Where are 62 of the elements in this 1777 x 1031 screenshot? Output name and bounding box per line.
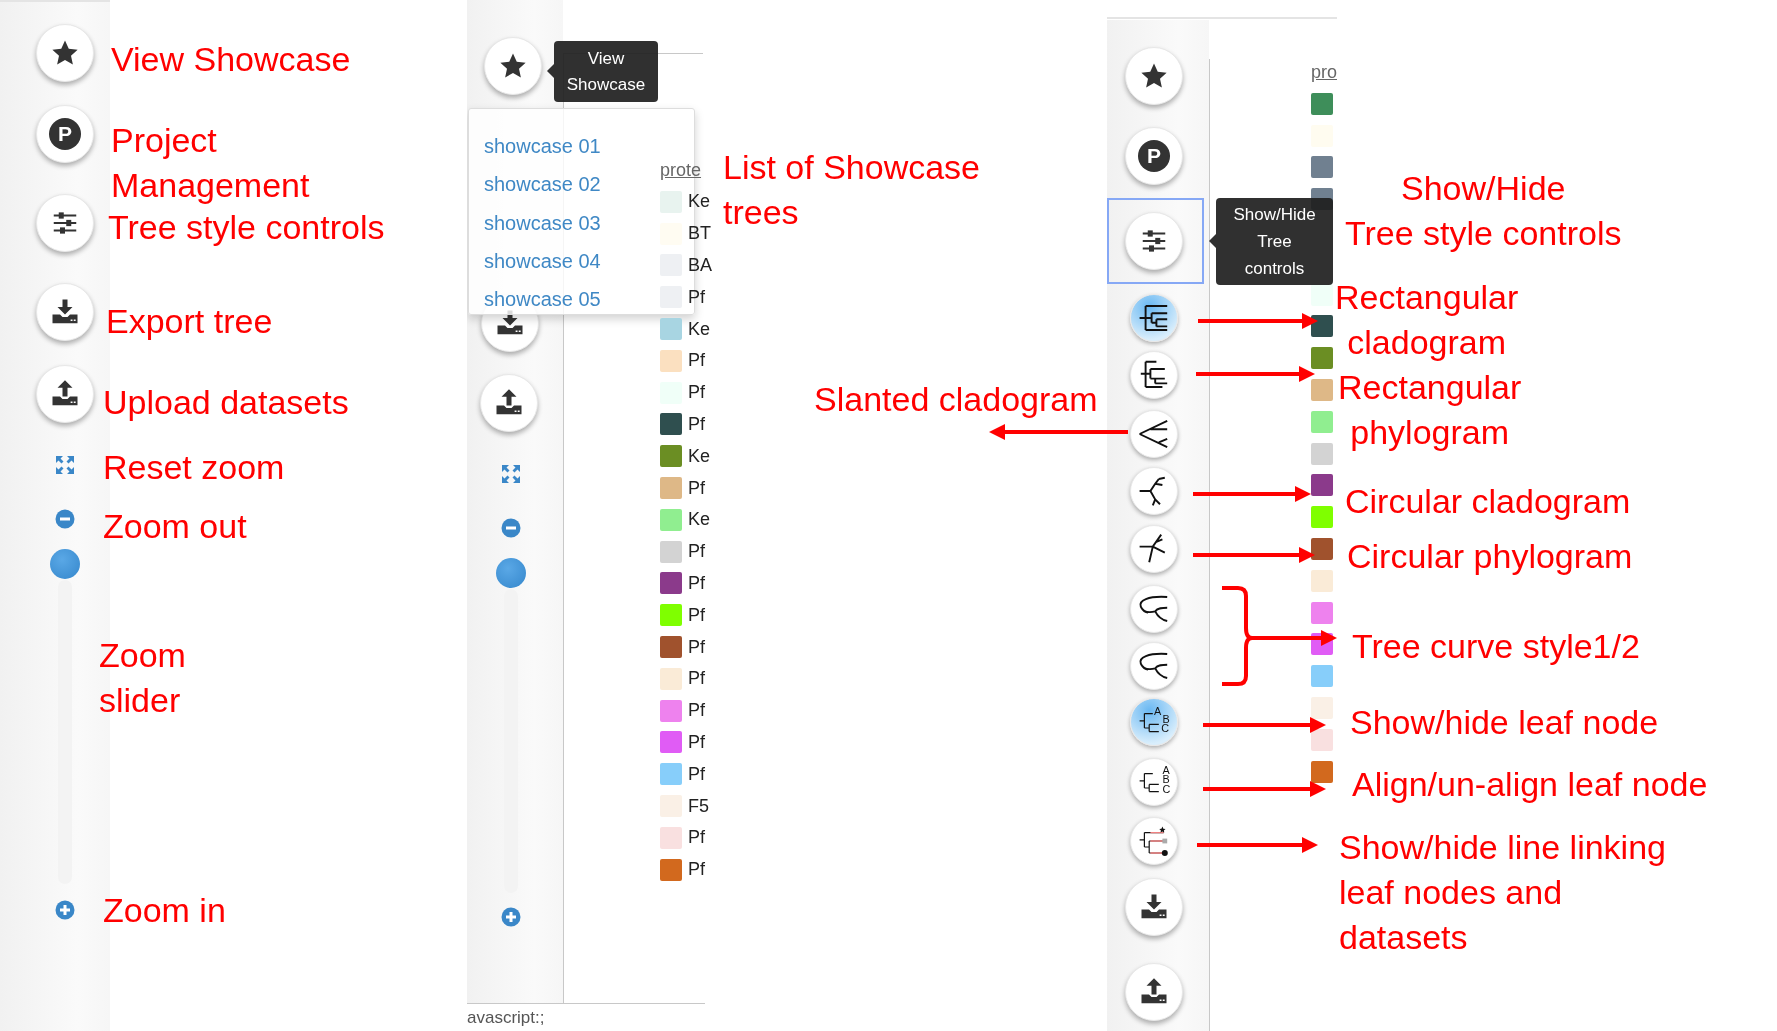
annotation-label: Reset zoom	[103, 447, 285, 488]
legend-header: prote	[660, 160, 703, 182]
annotation-label: Show/hide leaf node	[1350, 702, 1659, 743]
legend-label: Pf	[688, 541, 705, 563]
annotation-label: Slanted cladogram	[814, 379, 1098, 420]
annotation-label: Upload datasets	[103, 382, 349, 423]
zoom-in-icon[interactable]	[501, 907, 521, 927]
legend-label: Pf	[688, 477, 705, 499]
legend-header: pro	[1311, 62, 1337, 84]
menu-item[interactable]: showcase 05	[469, 280, 601, 319]
zoom-out-icon[interactable]	[55, 509, 75, 529]
zoom-in-icon[interactable]	[55, 900, 75, 920]
annotation-label: Zoom in	[103, 890, 226, 931]
legend-label: BA	[688, 255, 712, 276]
legend-label: BT	[688, 223, 711, 245]
legend-label: Pf	[688, 636, 705, 658]
annotation-label: List of Showcase trees	[723, 147, 981, 233]
annotation-label: Circular phylogram	[1347, 536, 1633, 577]
legend-label: Pf	[688, 763, 705, 785]
legend-label: Pf	[688, 413, 705, 435]
annotation-label: Tree curve style1/2	[1352, 626, 1640, 667]
tooltip: View Showcase	[554, 41, 658, 102]
legend-label: Pf	[688, 700, 705, 722]
legend-label: Pf	[688, 350, 705, 372]
menu-item[interactable]: showcase 04	[469, 241, 601, 281]
annotation-label: Show/hide line linking leaf nodes and datasets	[1339, 827, 1666, 958]
annotation-label: Zoom slider	[99, 635, 186, 721]
zoom-out-icon[interactable]	[501, 518, 521, 538]
annotation-label: Export tree	[106, 301, 273, 342]
legend-label: F5	[688, 795, 709, 817]
annotation-label: Circular cladogram	[1345, 481, 1631, 522]
tooltip: Show/Hide Tree controls	[1216, 198, 1333, 285]
legend-label: Pf	[688, 382, 705, 404]
annotation-label: Project Management	[111, 120, 310, 206]
legend-label: Pf	[688, 859, 705, 881]
menu-item[interactable]: showcase 03	[469, 203, 601, 242]
legend-label: Pf	[688, 827, 705, 849]
reset-zoom-icon[interactable]	[55, 455, 75, 475]
legend-label: Ke	[688, 445, 711, 467]
legend-label: Ke	[688, 318, 711, 340]
legend-label: Pf	[688, 668, 705, 690]
project-icon: P	[1138, 140, 1170, 172]
annotation-label: Rectangular phylogram	[1338, 367, 1522, 453]
legend-label: Pf	[688, 604, 705, 626]
zoom-slider-track[interactable]	[504, 589, 518, 893]
legend-label: Ke	[688, 509, 711, 531]
zoom-slider-track[interactable]	[58, 580, 72, 884]
annotation-label: View Showcase	[111, 39, 351, 80]
legend-label: Pf	[688, 731, 705, 753]
legend-label: Ke	[688, 191, 711, 213]
reset-zoom-icon[interactable]	[501, 464, 521, 484]
annotation-label: Zoom out	[103, 506, 247, 547]
status-bar-text: avascript:;	[467, 1008, 545, 1028]
annotation-label: Tree style controls	[108, 207, 385, 248]
annotation-label: Align/un-align leaf node	[1352, 764, 1708, 805]
menu-item[interactable]: showcase 01	[469, 127, 601, 166]
menu-item[interactable]: showcase 02	[469, 165, 601, 204]
annotation-label: Show/Hide Tree style controls	[1345, 168, 1622, 254]
legend-label: Pf	[688, 572, 705, 594]
project-icon: P	[49, 118, 81, 150]
legend-label: Pf	[688, 286, 705, 308]
annotation-label: Rectangular cladogram	[1335, 277, 1519, 363]
